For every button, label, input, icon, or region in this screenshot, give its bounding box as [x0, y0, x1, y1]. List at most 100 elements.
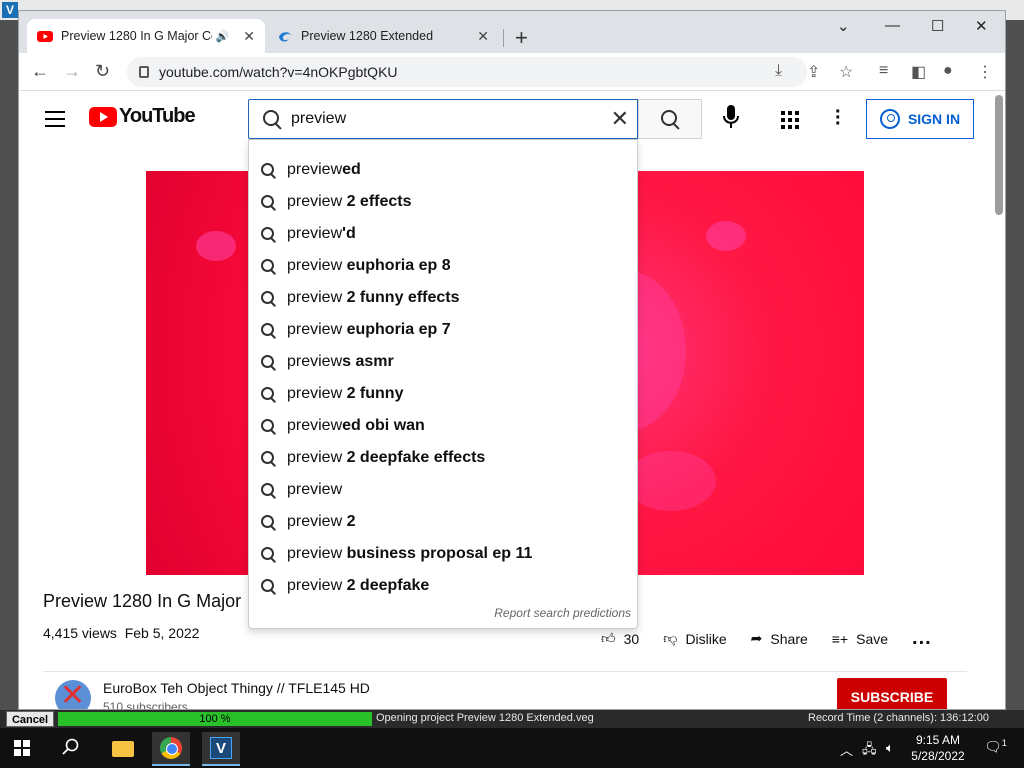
suggestion-item[interactable]: preview	[249, 474, 637, 506]
suggestion-item[interactable]: preview euphoria ep 7	[249, 314, 637, 346]
share-label: Share	[770, 630, 808, 647]
channel-name[interactable]: EuroBox Teh Object Thingy // TFLE145 HD	[103, 680, 370, 696]
suggestion-item[interactable]: preview business proposal ep 11	[249, 538, 637, 570]
bookmark-star-icon[interactable]: ☆	[839, 62, 853, 82]
more-actions-button[interactable]: ...	[912, 627, 932, 650]
url-text[interactable]: youtube.com/watch?v=4nOKPgbtQKU	[159, 64, 398, 80]
suggestion-item[interactable]: preview'd	[249, 218, 637, 250]
record-time: Record Time (2 channels): 136:12:00	[808, 712, 989, 724]
maximize-icon[interactable]: ☐	[931, 17, 944, 35]
youtube-logo[interactable]: YouTube	[89, 105, 196, 128]
windows-start-icon[interactable]	[14, 740, 30, 756]
suggestion-completion: s asmr	[342, 353, 394, 370]
reload-icon[interactable]: ↻	[95, 61, 110, 82]
upload-date: Feb 5, 2022	[124, 625, 200, 641]
apps-grid-icon[interactable]	[781, 111, 799, 129]
subscribe-button[interactable]: SUBSCRIBE	[837, 678, 947, 709]
youtube-wordmark: YouTube	[119, 105, 196, 127]
suggestion-item[interactable]: preview s asmr	[249, 346, 637, 378]
save-label: Save	[856, 630, 889, 647]
suggestion-item[interactable]: preview 2 deepfake effects	[249, 442, 637, 474]
profile-icon[interactable]: ●	[943, 62, 953, 80]
volume-icon[interactable]: 🔈︎	[886, 740, 894, 756]
share-page-icon[interactable]: ⇪	[807, 62, 820, 82]
tab-extended[interactable]: Preview 1280 Extended ✕	[267, 19, 499, 53]
microphone-icon[interactable]	[719, 105, 743, 133]
vegas-favicon-icon	[277, 28, 293, 44]
channel-avatar[interactable]	[55, 680, 91, 709]
chrome-taskbar-icon[interactable]	[152, 732, 190, 766]
video-meta: 4,415 views Feb 5, 2022	[43, 625, 199, 641]
file-explorer-icon[interactable]	[104, 732, 142, 766]
suggestion-item[interactable]: preview 2 deepfake	[249, 570, 637, 602]
minimize-icon[interactable]: —	[885, 17, 900, 34]
search-input[interactable]: preview ✕	[248, 99, 638, 139]
settings-more-icon[interactable]: · · ·	[835, 102, 842, 134]
suggestion-prefix: preview	[287, 257, 343, 274]
tab-search-chevron-icon[interactable]: ⌄	[837, 17, 850, 35]
tab-title: Preview 1280 Extended	[301, 29, 434, 43]
suggestion-item[interactable]: preview 2 funny	[249, 378, 637, 410]
search-icon	[261, 323, 275, 337]
share-button[interactable]: ➦ Share	[751, 630, 808, 647]
forward-icon[interactable]: →	[63, 61, 81, 82]
vegas-right-panel	[1006, 20, 1024, 710]
report-predictions-link[interactable]: Report search predictions	[494, 606, 631, 620]
menu-icon[interactable]	[45, 111, 65, 132]
sign-in-button[interactable]: SIGN IN	[866, 99, 974, 139]
vegas-status-bar: Cancel 100 % Opening project Preview 128…	[0, 710, 1024, 728]
media-control-icon[interactable]: ≡	[879, 62, 888, 80]
search-icon	[261, 451, 275, 465]
clear-search-icon[interactable]: ✕	[611, 106, 629, 132]
address-bar[interactable]: youtube.com/watch?v=4nOKPgbtQKU	[127, 57, 807, 87]
suggestion-prefix: preview	[287, 225, 343, 242]
suggestion-prefix: preview	[287, 545, 343, 562]
network-icon[interactable]: 🖧︎	[862, 740, 877, 762]
taskbar-clock[interactable]: 9:15 AM 5/28/2022	[910, 732, 966, 764]
suggestion-item[interactable]: preview 2	[249, 506, 637, 538]
show-hidden-icons-icon[interactable]: ︿	[840, 740, 853, 759]
install-icon[interactable]: ⤓	[775, 62, 782, 80]
suggestion-prefix: preview	[287, 481, 343, 498]
search-icon	[261, 195, 275, 209]
close-tab-icon[interactable]: ✕	[477, 28, 489, 45]
search-value[interactable]: preview	[291, 110, 611, 128]
suggestion-prefix: preview	[287, 385, 343, 402]
back-icon[interactable]: ←	[31, 61, 49, 82]
new-tab-icon[interactable]: +	[515, 25, 528, 51]
like-button[interactable]: 👍︎ 30	[601, 630, 639, 647]
close-window-icon[interactable]: ✕	[975, 17, 988, 35]
playlist-add-icon: ≡+	[831, 630, 849, 647]
suggestion-completion: business proposal ep 11	[342, 545, 533, 562]
page-scrollbar[interactable]	[995, 95, 1003, 215]
search-suggestions-dropdown: preview ed preview 2 effects preview'd previ…	[248, 139, 638, 629]
youtube-play-icon	[89, 106, 117, 127]
chrome-window: Preview 1280 In G Major Coll 🔊 ✕ Preview…	[18, 10, 1006, 710]
search-icon	[261, 579, 275, 593]
suggestion-item[interactable]: preview ed	[249, 154, 637, 186]
search-icon	[261, 355, 275, 369]
vegas-taskbar-icon[interactable]: V	[202, 732, 240, 766]
lock-icon[interactable]	[139, 66, 149, 78]
suggestion-item[interactable]: preview 2 funny effects	[249, 282, 637, 314]
close-tab-icon[interactable]: ✕	[243, 28, 255, 45]
suggestion-completion: ed obi wan	[342, 417, 425, 434]
speaker-icon[interactable]: 🔊	[216, 30, 230, 43]
notifications-icon[interactable]: 🗨︎1	[984, 738, 1007, 756]
search-button[interactable]	[638, 99, 702, 139]
suggestion-item[interactable]: preview 2 effects	[249, 186, 637, 218]
side-panel-icon[interactable]: ◧	[911, 62, 926, 82]
thumbs-down-icon: 👎︎	[663, 630, 678, 646]
suggestion-prefix: preview	[287, 449, 343, 466]
suggestion-completion: 'd	[342, 225, 356, 242]
suggestion-prefix: preview	[287, 321, 343, 338]
chrome-menu-icon[interactable]: ⋮	[977, 62, 993, 82]
suggestion-item[interactable]: preview ed obi wan	[249, 410, 637, 442]
taskbar-search-icon[interactable]	[62, 738, 80, 761]
suggestion-item[interactable]: preview euphoria ep 8	[249, 250, 637, 282]
dislike-button[interactable]: 👎︎ Dislike	[663, 630, 726, 647]
cancel-button[interactable]: Cancel	[6, 711, 54, 727]
save-button[interactable]: ≡+ Save	[832, 631, 888, 647]
search-icon	[661, 110, 679, 128]
tab-youtube-active[interactable]: Preview 1280 In G Major Coll 🔊 ✕	[27, 19, 265, 53]
